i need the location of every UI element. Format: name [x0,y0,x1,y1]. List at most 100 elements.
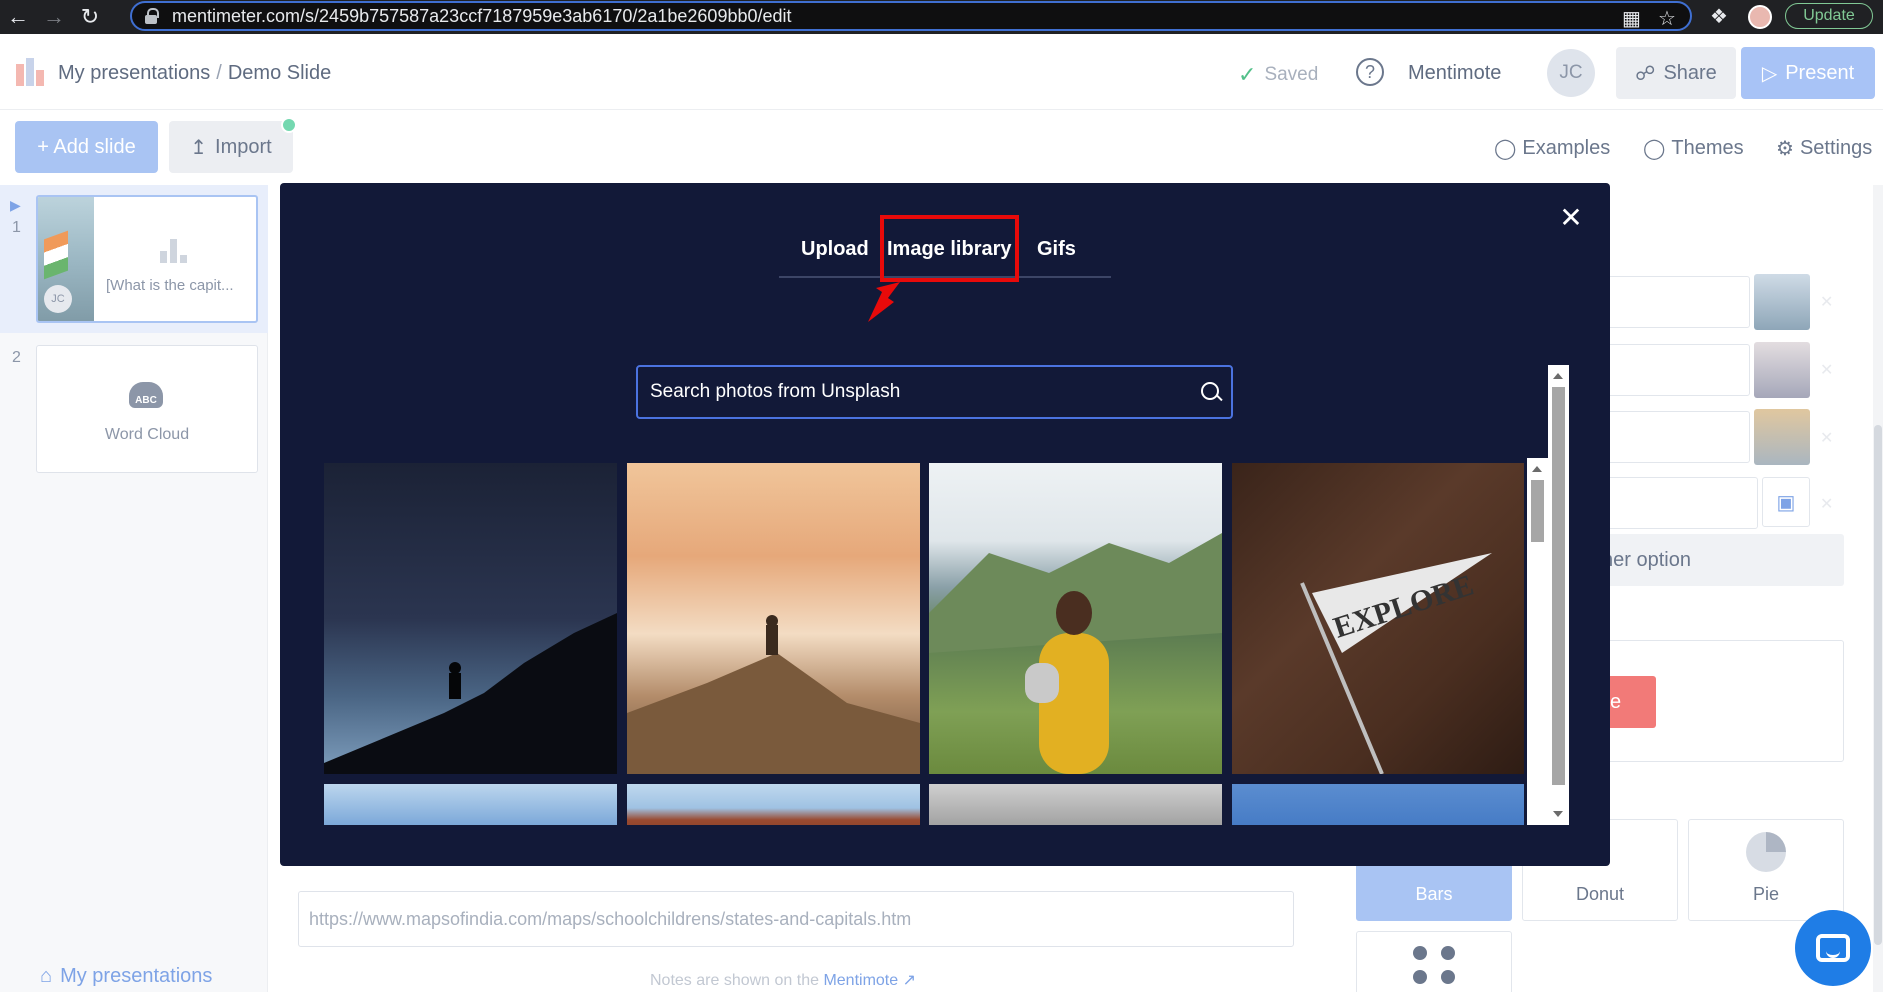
remove-option-icon[interactable]: ✕ [1820,428,1833,448]
extensions-icon[interactable]: ❖ [1710,4,1728,29]
update-button[interactable]: Update [1785,3,1873,29]
saved-label: Saved [1264,64,1319,85]
notes-hint-text: Notes are shown on the [650,972,819,989]
settings-label: Settings [1799,137,1873,159]
viz-label: Donut [1575,884,1625,904]
viz-label: Pie [1752,884,1779,904]
themes-label: Themes [1671,137,1744,159]
travel-flatlay-icon[interactable] [929,784,1222,825]
back-icon[interactable]: ← [0,0,36,34]
examples-link[interactable]: ◯ Examples [1494,136,1610,161]
upload-icon: ↥ [190,136,208,159]
profile-avatar[interactable] [1748,5,1772,29]
remove-option-icon[interactable]: ✕ [1820,494,1833,514]
photo-art [929,533,1222,774]
saved-status: ✓ Saved [1238,62,1318,88]
page-scrollbar[interactable] [1873,185,1883,992]
sea-of-clouds-hiker-icon[interactable] [627,463,920,774]
slide-title: [What is the capit... [106,277,234,294]
blue-sky-icon[interactable] [324,784,617,825]
slide-thumbnail[interactable]: ABC Word Cloud [36,345,258,473]
mentimeter-logo[interactable] [16,58,44,86]
breadcrumb-current[interactable]: Demo Slide [228,62,331,84]
tab-upload[interactable]: Upload [801,238,869,261]
option-input[interactable] [1600,477,1758,529]
forward-icon[interactable]: → [36,0,72,34]
viz-label: Bars [1415,884,1453,904]
option-input[interactable] [1600,411,1750,463]
url-text: mentimeter.com/s/2459b757587a23ccf718795… [172,5,792,26]
qr-icon[interactable]: ▦ [1622,6,1641,31]
add-option-button[interactable]: her option [1600,534,1844,586]
notes-hint: Notes are shown on the Mentimote ↗ [650,970,916,990]
gear-icon: ⚙ [1776,138,1794,160]
viz-dots[interactable] [1356,931,1512,992]
slide-thumbnail[interactable]: JC [What is the capit... [36,195,258,323]
chat-icon[interactable] [1795,910,1871,986]
external-link-icon: ↗ [902,972,917,989]
add-slide-button[interactable]: + Add slide [15,121,158,173]
examples-label: Examples [1522,137,1611,159]
photo-art [324,613,617,774]
share-button[interactable]: ☍ Share [1616,47,1736,99]
option-input[interactable] [1600,344,1750,396]
photo-art [627,615,920,774]
themes-link[interactable]: ◯ Themes [1643,136,1744,161]
image-icon[interactable]: ▣ [1762,477,1810,527]
bar-chart-icon [160,237,190,263]
option-image[interactable] [1754,342,1810,398]
slide-item[interactable]: 2 ABC Word Cloud [0,333,268,483]
address-bar[interactable]: mentimeter.com/s/2459b757587a23ccf718795… [130,1,1692,31]
slide-avatar: JC [44,285,72,313]
gallery-scrollbar[interactable] [1527,458,1548,825]
photo-art: EXPLORE [1300,553,1492,774]
hiker-backpack-valley-icon[interactable] [929,463,1222,774]
help-icon[interactable]: ? [1356,58,1384,86]
pie-icon [1746,832,1786,872]
breadcrumb: My presentations / Demo Slide [58,62,331,85]
notes-mentimote-link[interactable]: Mentimote [823,972,898,989]
mentimote-link[interactable]: Mentimote [1408,62,1501,85]
unsplash-search-input[interactable]: Search photos from Unsplash [636,365,1233,419]
share-icon: ☍ [1635,62,1656,85]
red-rock-sky-icon[interactable] [627,784,920,825]
import-button[interactable]: ↥ Import [169,121,293,173]
new-badge [281,117,297,133]
night-sky-silhouette-icon[interactable] [324,463,617,774]
lightbulb-icon: ◯ [1494,138,1517,160]
present-button[interactable]: ▷ Present [1741,47,1875,99]
slide-number: 1 [12,219,21,236]
play-indicator-icon: ▶ [10,197,21,213]
user-avatar[interactable]: JC [1547,49,1595,97]
blue-sky-2-icon[interactable] [1232,784,1524,825]
present-label: Present [1785,61,1855,84]
modal-scrollbar[interactable] [1548,365,1569,825]
tab-gifs[interactable]: Gifs [1037,238,1076,261]
word-cloud-icon: ABC [129,382,163,408]
lock-icon [144,8,159,24]
presenter-notes-input[interactable]: https://www.mapsofindia.com/maps/schoolc… [298,891,1294,947]
option-input[interactable] [1600,276,1750,328]
search-icon[interactable] [1201,382,1219,400]
option-image[interactable] [1754,274,1810,330]
app-header: My presentations / Demo Slide ✓ Saved ? Me… [0,34,1883,110]
reload-icon[interactable]: ↻ [72,0,108,34]
play-icon: ▷ [1761,62,1778,85]
share-label: Share [1663,61,1717,84]
settings-link[interactable]: ⚙ Settings [1776,136,1872,161]
slide-number: 2 [12,349,21,366]
my-presentations-label: My presentations [60,965,213,987]
my-presentations-link[interactable]: ⌂ My presentations [40,965,212,988]
breadcrumb-root[interactable]: My presentations [58,62,210,84]
option-image[interactable] [1754,409,1810,465]
explore-pennant-icon[interactable]: EXPLORE [1232,463,1524,774]
close-icon[interactable]: ✕ [1556,202,1586,233]
remove-option-icon[interactable]: ✕ [1820,360,1833,380]
remove-option-icon[interactable]: ✕ [1820,292,1833,312]
search-placeholder: Search photos from Unsplash [650,381,901,402]
breadcrumb-separator: / [216,62,222,84]
slide-title: Word Cloud [104,426,190,443]
star-icon[interactable]: ☆ [1658,6,1676,31]
viz-pie[interactable]: Pie [1688,819,1844,921]
slide-item[interactable]: ▶ 1 JC [What is the capit... [0,185,268,333]
